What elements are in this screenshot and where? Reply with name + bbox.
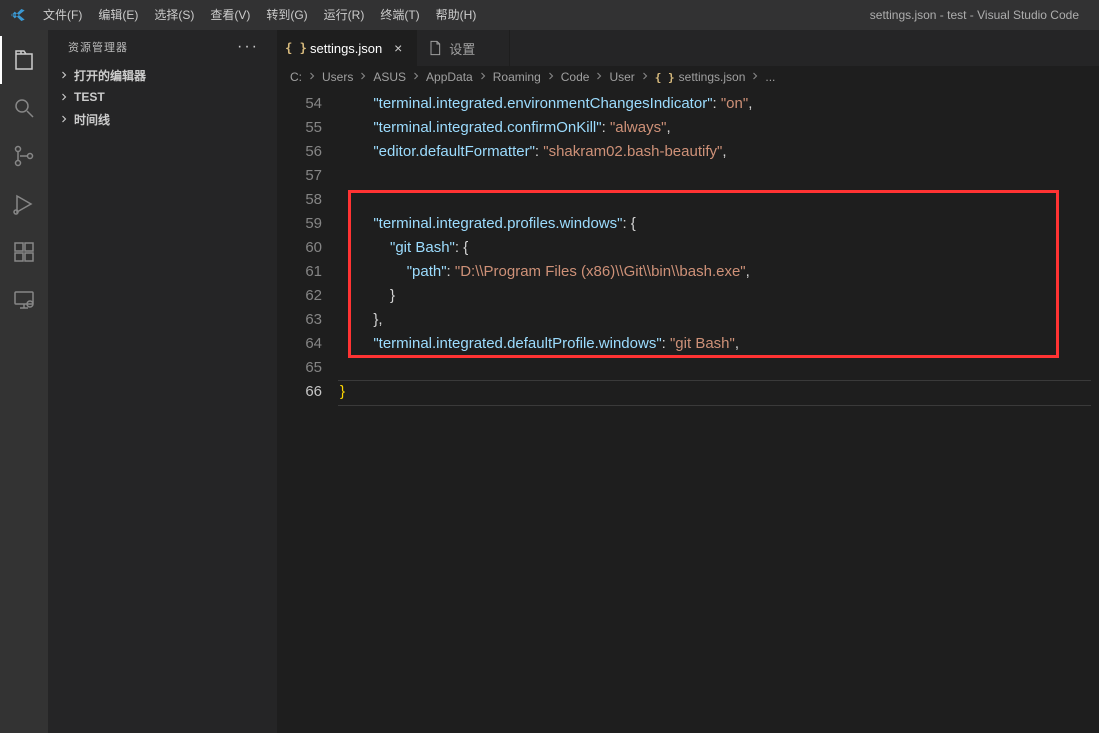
menu-go[interactable]: 转到(G) xyxy=(258,0,315,30)
close-icon[interactable]: × xyxy=(390,40,406,56)
breadcrumb-file[interactable]: { }settings.json xyxy=(655,70,746,84)
menu-terminal[interactable]: 终端(T) xyxy=(372,0,427,30)
sidebar-title: 资源管理器 xyxy=(68,39,128,55)
breadcrumb-segment[interactable]: Code xyxy=(561,70,590,84)
editor-group: { } settings.json × 设置 × C: Users ASUS AppD… xyxy=(278,30,1099,733)
timeline-section[interactable]: 时间线 xyxy=(48,108,277,130)
breadcrumb[interactable]: C: Users ASUS AppData Roaming Code User { }sett… xyxy=(278,66,1099,88)
activity-run-debug-icon[interactable] xyxy=(0,180,48,228)
breadcrumb-segment[interactable]: ASUS xyxy=(373,70,406,84)
line-number-gutter: 54555657585960616263646566 xyxy=(278,92,340,729)
explorer-sidebar: 资源管理器 ··· 打开的编辑器 TEST 时间线 xyxy=(48,30,278,733)
tab-label: settings.json xyxy=(310,41,382,56)
file-icon xyxy=(427,40,443,56)
tab-label: 设置 xyxy=(449,39,475,58)
breadcrumb-segment[interactable]: C: xyxy=(290,70,302,84)
activity-explorer-icon[interactable] xyxy=(0,36,48,84)
vscode-logo-icon xyxy=(0,7,35,23)
code-content[interactable]: "terminal.integrated.environmentChangesI… xyxy=(340,92,1099,404)
menu-edit[interactable]: 编辑(E) xyxy=(90,0,146,30)
open-editors-section[interactable]: 打开的编辑器 xyxy=(48,64,277,86)
tab-settings-json[interactable]: { } settings.json × xyxy=(278,30,417,66)
chevron-right-icon xyxy=(749,70,761,85)
activity-bar xyxy=(0,30,48,733)
menu-help[interactable]: 帮助(H) xyxy=(428,0,485,30)
menu-view[interactable]: 查看(V) xyxy=(202,0,258,30)
title-bar: 文件(F) 编辑(E) 选择(S) 查看(V) 转到(G) 运行(R) 终端(T… xyxy=(0,0,1099,30)
activity-search-icon[interactable] xyxy=(0,84,48,132)
chevron-right-icon xyxy=(545,70,557,85)
breadcrumb-segment[interactable]: User xyxy=(609,70,634,84)
chevron-right-icon xyxy=(593,70,605,85)
json-file-icon: { } xyxy=(288,40,304,56)
chevron-right-icon xyxy=(56,111,72,127)
breadcrumb-segment[interactable]: Roaming xyxy=(493,70,541,84)
chevron-right-icon xyxy=(410,70,422,85)
window-title: settings.json - test - Visual Studio Cod… xyxy=(484,8,1099,22)
menu-bar: 文件(F) 编辑(E) 选择(S) 查看(V) 转到(G) 运行(R) 终端(T… xyxy=(35,0,484,30)
chevron-right-icon xyxy=(306,70,318,85)
tab-settings-ui[interactable]: 设置 × xyxy=(417,30,510,66)
workspace-label: TEST xyxy=(74,90,105,104)
workbench: 资源管理器 ··· 打开的编辑器 TEST 时间线 xyxy=(0,30,1099,733)
breadcrumb-segment[interactable]: AppData xyxy=(426,70,473,84)
open-editors-label: 打开的编辑器 xyxy=(74,67,146,84)
activity-source-control-icon[interactable] xyxy=(0,132,48,180)
editor-tabs: { } settings.json × 设置 × xyxy=(278,30,1099,66)
code-editor[interactable]: 54555657585960616263646566 "terminal.int… xyxy=(278,88,1099,733)
chevron-right-icon xyxy=(477,70,489,85)
chevron-right-icon xyxy=(639,70,651,85)
sidebar-more-icon[interactable]: ··· xyxy=(237,38,259,56)
chevron-right-icon xyxy=(357,70,369,85)
menu-select[interactable]: 选择(S) xyxy=(146,0,202,30)
activity-extensions-icon[interactable] xyxy=(0,228,48,276)
timeline-label: 时间线 xyxy=(74,111,110,128)
json-file-icon: { } xyxy=(655,71,675,84)
menu-file[interactable]: 文件(F) xyxy=(35,0,90,30)
breadcrumb-segment[interactable]: Users xyxy=(322,70,353,84)
menu-run[interactable]: 运行(R) xyxy=(316,0,373,30)
breadcrumb-overflow[interactable]: ... xyxy=(765,70,775,84)
chevron-right-icon xyxy=(56,67,72,83)
workspace-section[interactable]: TEST xyxy=(48,86,277,108)
activity-remote-icon[interactable] xyxy=(0,276,48,324)
chevron-right-icon xyxy=(56,89,72,105)
sidebar-header: 资源管理器 ··· xyxy=(48,30,277,64)
